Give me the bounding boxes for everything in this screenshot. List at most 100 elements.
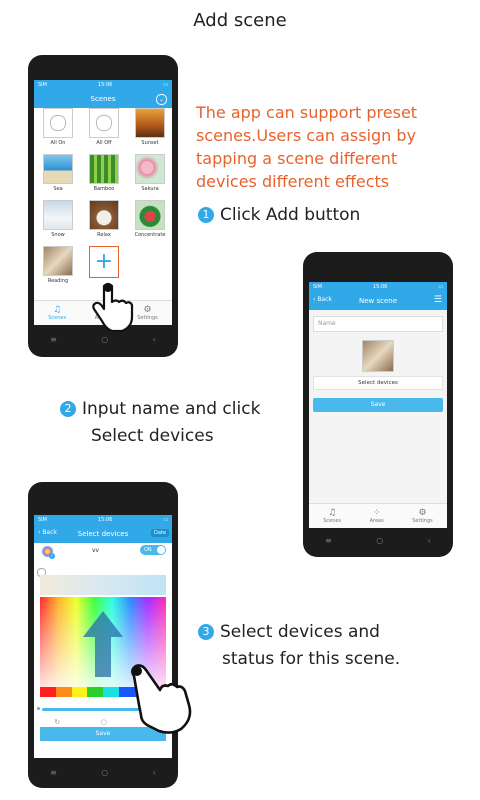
description-line: The app can support preset (196, 103, 418, 122)
nav-bar: ‹ Back Select devices Date (34, 525, 172, 543)
status-carrier: SIM (313, 284, 322, 290)
scene-label: Sea (53, 186, 63, 192)
scene-bamboo[interactable]: Bamboo (86, 154, 122, 198)
back-button[interactable]: ‹ Back (38, 529, 57, 536)
phone-select-devices: SIM 15:06 ▭ ‹ Back Select devices Date ✓… (28, 482, 178, 788)
step-number-badge: 2 (60, 401, 76, 417)
select-devices-button[interactable]: Select devices (313, 376, 443, 390)
step-3: 3 Select devices and status for this scen… (198, 619, 400, 673)
tab-label: Scenes (48, 315, 67, 321)
scene-label: Reading (47, 278, 69, 284)
music-note-icon: ♫ (328, 508, 337, 518)
scene-snow[interactable]: Snow (40, 200, 76, 244)
tab-settings[interactable]: ⚙ Settings (137, 305, 158, 321)
tab-settings[interactable]: ⚙ Settings (412, 508, 433, 524)
back-icon[interactable]: ‹ (428, 536, 431, 545)
step-text: Select devices and (220, 622, 380, 642)
pointing-hand-icon (92, 282, 134, 332)
status-time: 15:06 (97, 517, 113, 523)
status-time: 15:06 (372, 284, 388, 290)
snow-image (43, 200, 73, 230)
scene-all-on[interactable]: All On (40, 108, 76, 152)
description: The app can support preset scenes.Users … (196, 101, 476, 193)
pointing-hand-icon (131, 664, 192, 734)
back-label: Back (317, 296, 332, 303)
step-1: 1 Click Add button (198, 202, 360, 229)
description-line: tapping a scene different (196, 149, 398, 168)
up-arrow-icon (83, 611, 123, 637)
done-label: Date (154, 530, 166, 536)
dropdown-icon[interactable]: ⌄ (156, 94, 167, 105)
scene-label: Sunset (141, 140, 159, 146)
tab-label: Scenes (323, 518, 342, 524)
scene-sunset[interactable]: Sunset (132, 108, 168, 152)
gear-icon: ⚙ (143, 305, 152, 315)
tab-label: Settings (137, 315, 158, 321)
scene-label: Bamboo (93, 186, 115, 192)
status-bar: SIM 15:06 ▭ (309, 282, 447, 292)
status-bar: SIM 15:06 ▭ (34, 80, 172, 90)
menu-icon[interactable]: ≡ (50, 768, 57, 777)
home-icon[interactable]: ○ (376, 536, 383, 545)
nav-bar: Scenes ⌄ (34, 90, 172, 108)
back-button[interactable]: ‹ Back (313, 296, 332, 303)
bamboo-image (89, 154, 119, 184)
scene-sakura[interactable]: Sakura (132, 154, 168, 198)
step-number-badge: 1 (198, 207, 214, 223)
scene-relax[interactable]: Relax (86, 200, 122, 244)
reading-image (43, 246, 73, 276)
music-note-icon: ♫ (53, 305, 62, 315)
gear-icon: ⚙ (418, 508, 427, 518)
tab-scenes[interactable]: ♫ Scenes (323, 508, 341, 524)
swatch-yellow[interactable] (71, 687, 88, 697)
scene-thumbnail[interactable] (362, 340, 394, 372)
device-row[interactable]: ✓ vv ON (34, 545, 172, 565)
swatch-red[interactable] (40, 687, 56, 697)
brightness-strip[interactable] (40, 575, 166, 595)
step-text: Click Add button (220, 205, 361, 225)
on-toggle[interactable]: ON (140, 545, 166, 555)
home-icon[interactable]: ○ (101, 335, 108, 344)
battery-icon: ▭ (163, 82, 168, 88)
scene-sea[interactable]: Sea (40, 154, 76, 198)
device-name: vv (92, 547, 100, 554)
list-icon[interactable]: ☰ (434, 295, 442, 305)
name-input[interactable]: Name (313, 316, 443, 332)
menu-icon[interactable]: ≡ (325, 536, 332, 545)
home-icon[interactable]: ○ (101, 768, 108, 777)
toggle-label: ON (144, 547, 152, 553)
back-label: Back (42, 529, 57, 536)
scene-label: All On (50, 140, 66, 146)
nav-title: Scenes (90, 95, 116, 103)
tab-areas[interactable]: ⁘ Areas (370, 508, 384, 524)
scene-reading[interactable]: Reading (40, 246, 76, 290)
back-icon[interactable]: ‹ (153, 768, 156, 777)
status-carrier: SIM (38, 82, 47, 88)
save-button[interactable]: Save (313, 398, 443, 412)
name-placeholder: Name (318, 320, 336, 327)
slider-dot (37, 707, 40, 710)
arrow-shaft (95, 637, 111, 677)
toggle-knob (157, 546, 165, 554)
step-text-line2: status for this scene. (222, 649, 401, 669)
description-line: scenes.Users can assign by (196, 126, 417, 145)
page-title: Add scene (193, 10, 287, 31)
swatch-orange[interactable] (55, 687, 72, 697)
menu-icon[interactable]: ≡ (50, 335, 57, 344)
nav-title: Select devices (77, 530, 129, 538)
swatch-green[interactable] (87, 687, 103, 697)
tab-label: Areas (369, 518, 384, 524)
done-button[interactable]: Date (151, 529, 169, 537)
tab-bar: ♫ Scenes ⁘ Areas ⚙ Settings (309, 503, 447, 528)
tab-scenes[interactable]: ♫ Scenes (48, 305, 66, 321)
bulb-icon (89, 108, 119, 138)
sea-image (43, 154, 73, 184)
step-text: Input name and click (82, 399, 261, 419)
back-icon[interactable]: ‹ (153, 335, 156, 344)
step-text-line2: Select devices (91, 426, 214, 446)
scene-label: Sakura (141, 186, 159, 192)
status-time: 15:06 (97, 82, 113, 88)
swatch-cyan[interactable] (103, 687, 119, 697)
scene-concentrate[interactable]: Concentrate (132, 200, 168, 244)
scene-all-off[interactable]: All Off (86, 108, 122, 152)
